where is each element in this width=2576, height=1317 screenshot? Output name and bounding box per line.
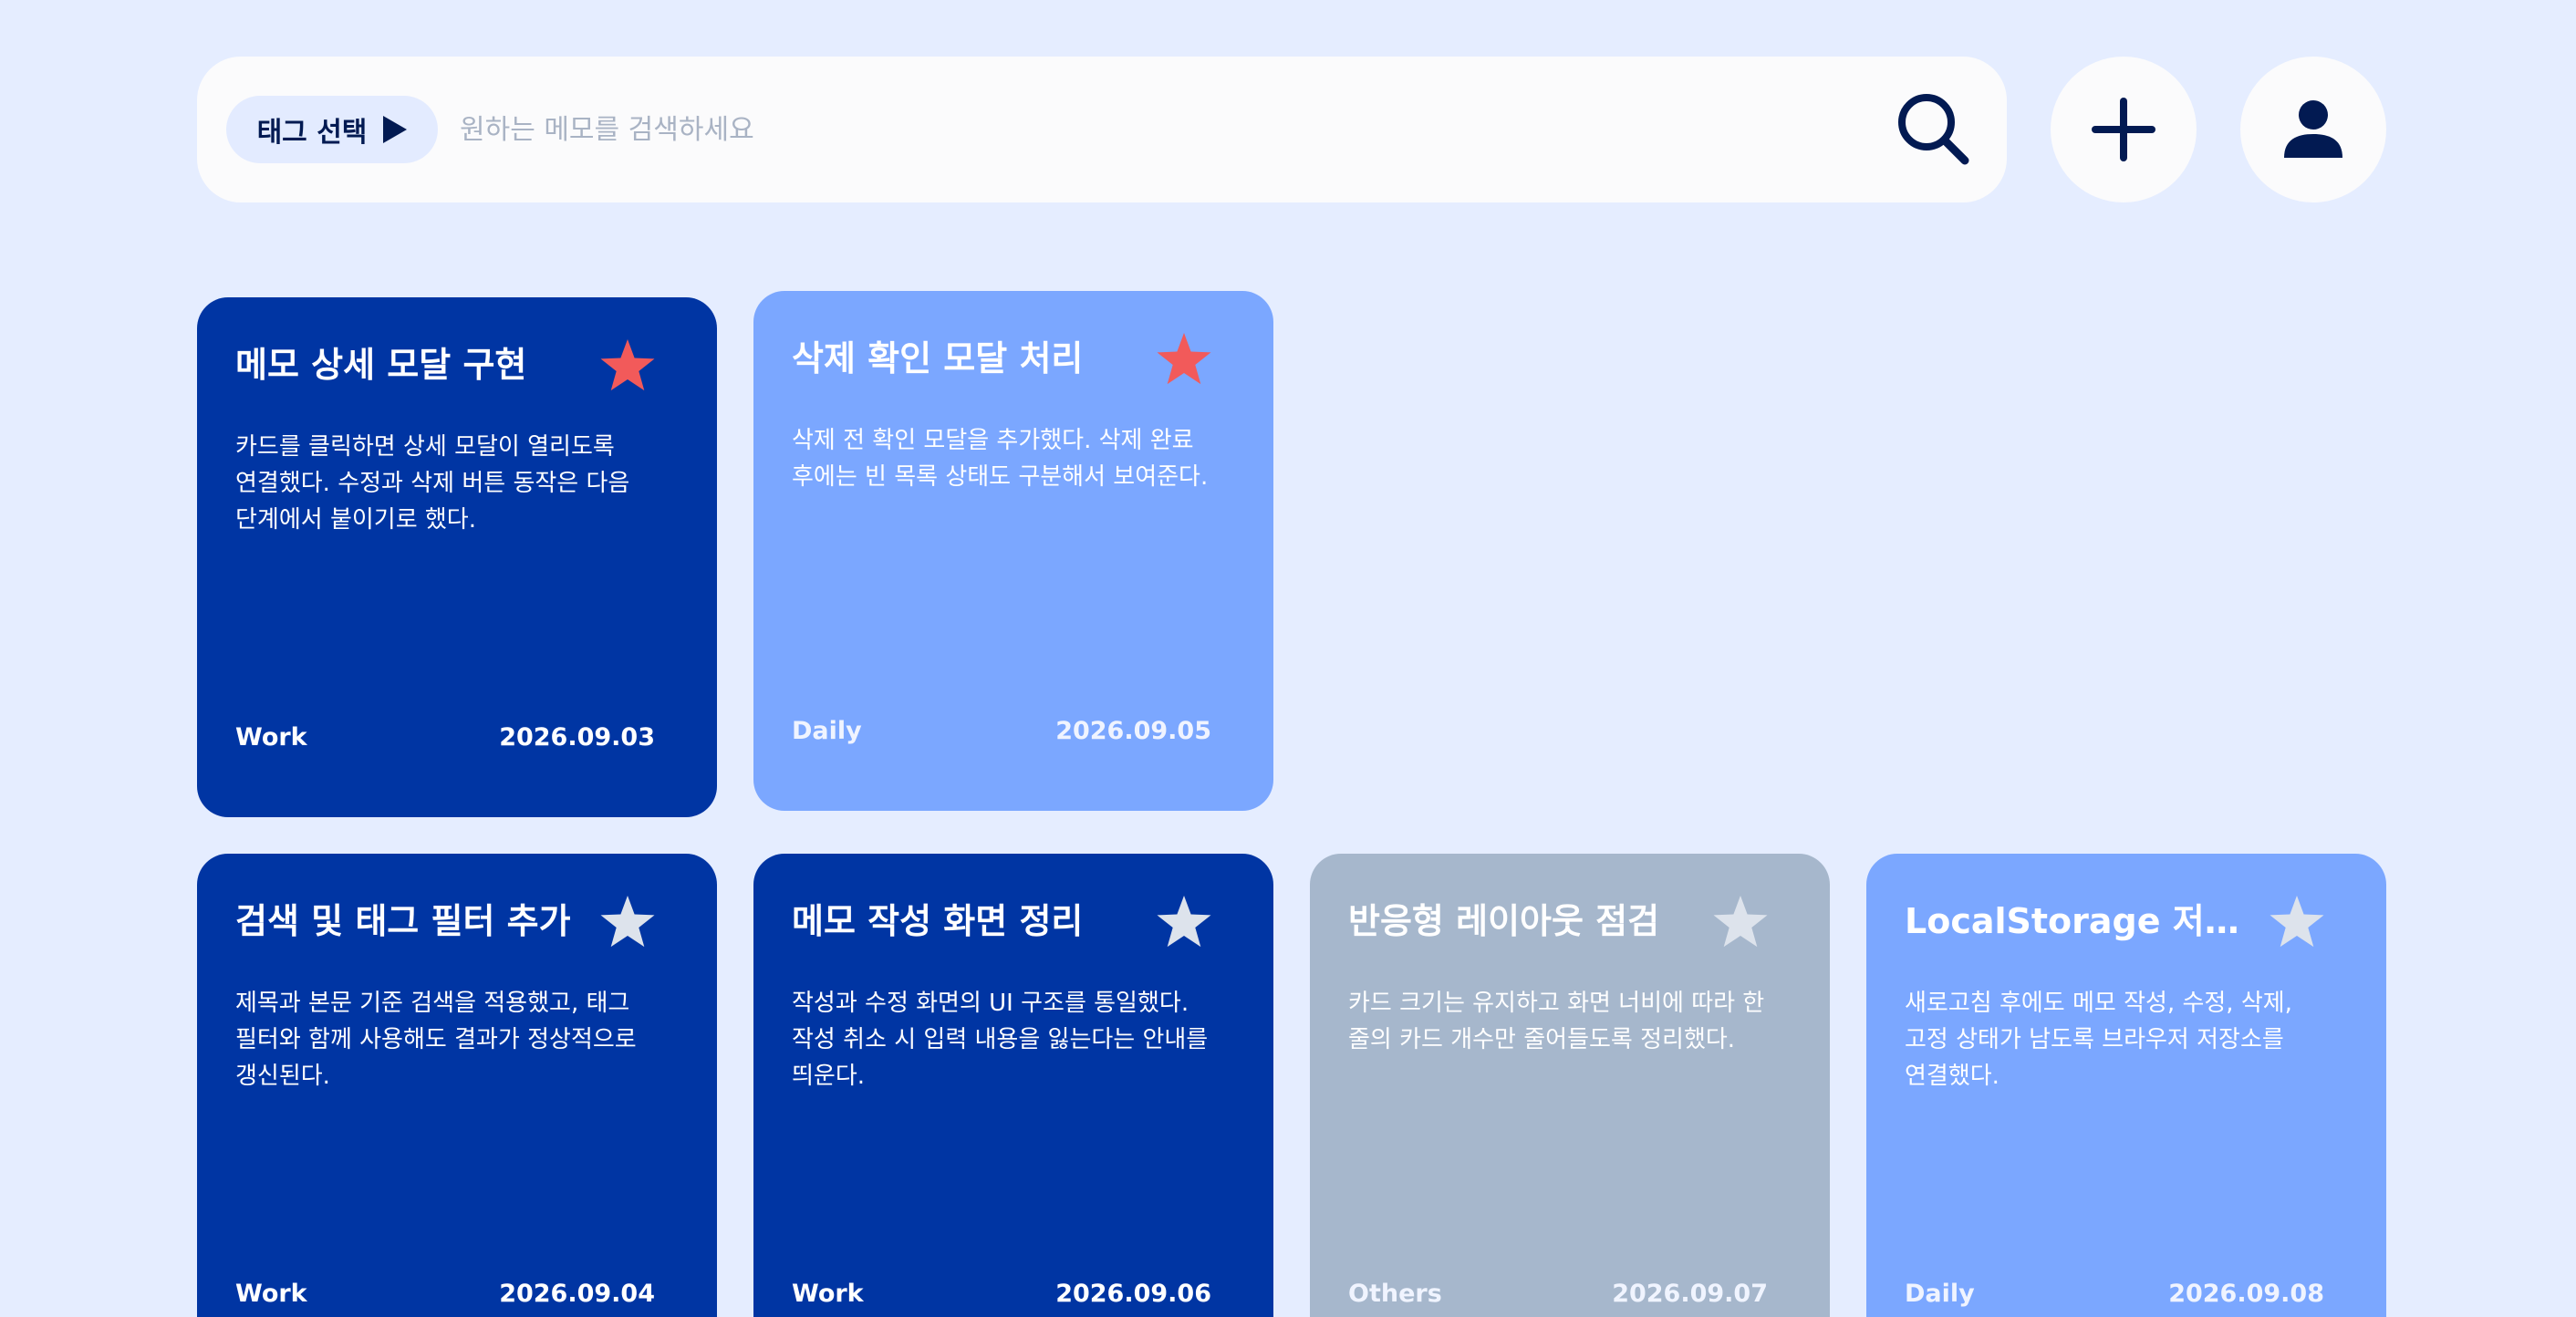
memo-app: 태그 선택 메모 상세 모달 구현 카드를 클릭하면 상세 모달이 열리도록 연…	[0, 0, 2576, 1317]
memo-card[interactable]: 검색 및 태그 필터 추가 제목과 본문 기준 검색을 적용했고, 태그 필터와…	[197, 854, 717, 1317]
memo-tag: Others	[1348, 1280, 1442, 1308]
memo-body: 카드 크기는 유지하고 화면 너비에 따라 한 줄의 카드 개수만 줄어들도록 …	[1348, 990, 1765, 1053]
memo-card[interactable]: 삭제 확인 모달 처리 삭제 전 확인 모달을 추가했다. 삭제 완료 후에는 …	[753, 291, 1273, 811]
search-input[interactable]	[460, 100, 1810, 159]
play-triangle-icon	[383, 116, 408, 143]
memo-body: 새로고침 후에도 메모 작성, 수정, 삭제, 고정 상태가 남도록 브라우저 …	[1905, 990, 2292, 1090]
memo-body: 삭제 전 확인 모달을 추가했다. 삭제 완료 후에는 빈 목록 상태도 구분해…	[792, 427, 1209, 491]
memo-card[interactable]: 메모 상세 모달 구현 카드를 클릭하면 상세 모달이 열리도록 연결했다. 수…	[197, 297, 717, 817]
memo-body: 제목과 본문 기준 검색을 적용했고, 태그 필터와 함께 사용해도 결과가 정…	[235, 990, 637, 1090]
memo-title: LocalStorage 저장 ...	[1905, 901, 2260, 941]
tag-select-button[interactable]: 태그 선택	[226, 96, 438, 163]
tag-select-label: 태그 선택	[256, 117, 368, 149]
memo-title: 반응형 레이아웃 점검	[1348, 901, 1660, 941]
memo-title: 메모 작성 화면 정리	[792, 901, 1084, 941]
star-icon[interactable]	[598, 894, 657, 952]
memo-tag: Work	[792, 1280, 864, 1308]
memo-title: 삭제 확인 모달 처리	[792, 338, 1084, 379]
search-button[interactable]	[1892, 88, 1976, 171]
star-icon[interactable]	[598, 337, 657, 396]
memo-body: 작성과 수정 화면의 UI 구조를 통일했다. 작성 취소 시 입력 내용을 잃…	[792, 990, 1209, 1090]
search-icon	[1898, 94, 1969, 165]
user-profile-button[interactable]	[2240, 57, 2386, 202]
add-memo-button[interactable]	[2051, 57, 2197, 202]
user-icon	[2284, 100, 2342, 158]
plus-icon	[2092, 98, 2155, 161]
memo-card[interactable]: LocalStorage 저장 ... 새로고침 후에도 메모 작성, 수정, …	[1866, 854, 2386, 1317]
memo-tag: Daily	[792, 717, 862, 745]
star-icon[interactable]	[1155, 331, 1213, 389]
memo-card[interactable]: 메모 작성 화면 정리 작성과 수정 화면의 UI 구조를 통일했다. 작성 취…	[753, 854, 1273, 1317]
search-bar: 태그 선택	[197, 57, 2007, 202]
memo-date: 2026.09.05	[1055, 717, 1211, 745]
star-icon[interactable]	[2268, 894, 2326, 952]
star-icon[interactable]	[1155, 894, 1213, 952]
memo-card[interactable]: 반응형 레이아웃 점검 카드 크기는 유지하고 화면 너비에 따라 한 줄의 카…	[1310, 854, 1830, 1317]
star-icon[interactable]	[1711, 894, 1770, 952]
memo-date: 2026.09.06	[1055, 1280, 1211, 1308]
memo-title: 검색 및 태그 필터 추가	[235, 901, 571, 941]
memo-title: 메모 상세 모달 구현	[235, 345, 527, 385]
memo-date: 2026.09.03	[499, 723, 655, 752]
memo-tag: Daily	[1905, 1280, 1975, 1308]
memo-tag: Work	[235, 1280, 307, 1308]
memo-tag: Work	[235, 723, 307, 752]
memo-date: 2026.09.07	[1612, 1280, 1768, 1308]
memo-date: 2026.09.08	[2168, 1280, 2324, 1308]
memo-body: 카드를 클릭하면 상세 모달이 열리도록 연결했다. 수정과 삭제 버튼 동작은…	[235, 433, 630, 534]
memo-date: 2026.09.04	[499, 1280, 655, 1308]
